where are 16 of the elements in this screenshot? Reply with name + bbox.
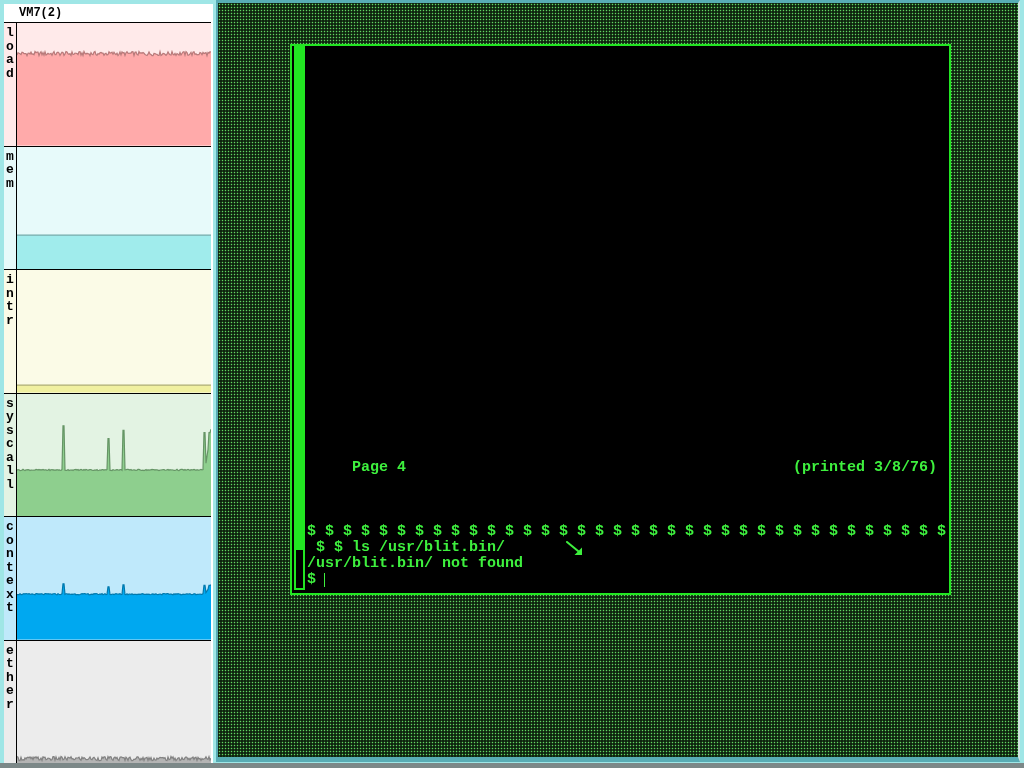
scrollbar[interactable]	[294, 46, 305, 590]
terminal-line: $ $ ls /usr/blit.bin/	[315, 540, 506, 556]
terminal-line: $	[307, 572, 316, 588]
page-header-text: Page 4	[352, 460, 406, 476]
graph-label: context	[6, 520, 14, 615]
terminal-line: $ $ $ $ $ $ $ $ $ $ $ $ $ $ $ $ $ $ $ $ $ $ $ $ $ $ $ $ $ $ $ $ $ $ $ $	[307, 524, 947, 540]
arrow-icon	[566, 541, 582, 555]
graph-label: ether	[6, 643, 14, 711]
panel-title: VM7(2)	[19, 6, 63, 20]
scrollbar-thumb[interactable]	[296, 48, 303, 551]
print-date-text: (printed 3/8/76)	[792, 460, 937, 476]
graph-label: load	[6, 26, 14, 80]
graph-label: intr	[6, 273, 14, 327]
graph-label: syscall	[6, 396, 14, 491]
graph-label: mem	[6, 149, 14, 190]
terminal-line: /usr/blit.bin/ not found	[307, 556, 524, 572]
